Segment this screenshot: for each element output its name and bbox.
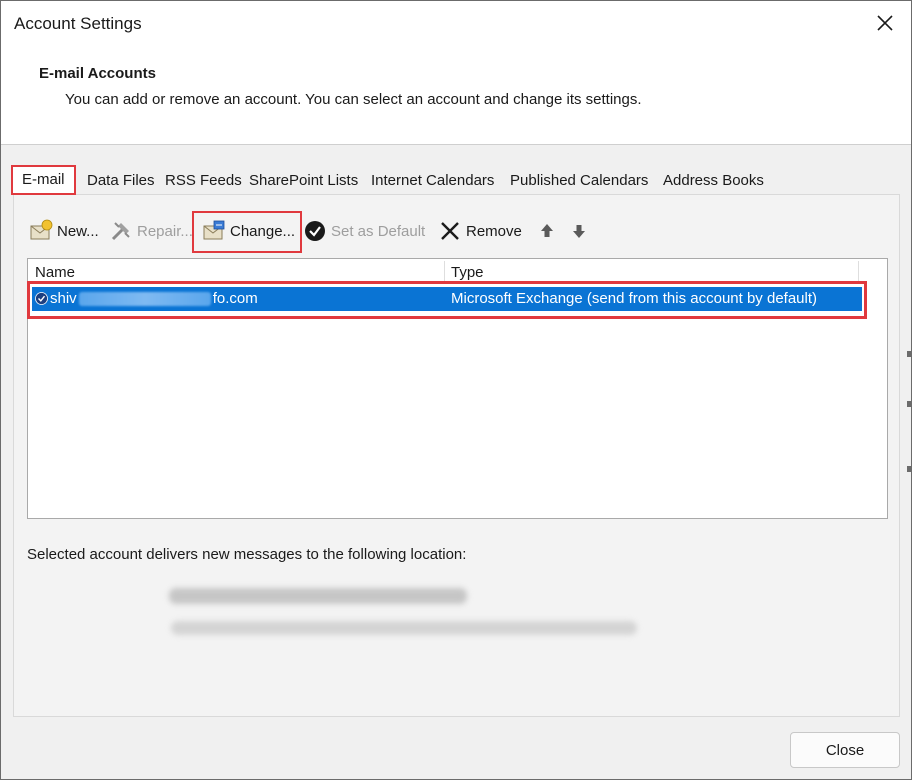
section-description: You can add or remove an account. You ca… — [65, 91, 642, 108]
close-window-button[interactable] — [867, 7, 903, 43]
move-up-button[interactable] — [535, 217, 563, 245]
redacted-delivery-file — [171, 621, 637, 635]
remove-label: Remove — [466, 222, 522, 240]
redacted-delivery-path — [169, 588, 467, 604]
account-settings-dialog: Account Settings E-mail Accounts You can… — [0, 0, 912, 780]
new-account-button[interactable]: New... — [29, 217, 99, 245]
move-up-icon — [535, 219, 559, 243]
edge-mark — [907, 401, 911, 407]
selected-row-highlight — [27, 281, 867, 319]
change-icon — [202, 219, 226, 243]
new-account-icon — [29, 219, 53, 243]
move-down-icon — [567, 219, 591, 243]
edge-mark — [907, 351, 911, 357]
tab-internet-calendars[interactable]: Internet Calendars — [371, 167, 494, 195]
change-label: Change... — [230, 222, 296, 240]
dialog-footer — [1, 717, 911, 779]
repair-icon — [109, 219, 133, 243]
column-separator — [858, 261, 859, 283]
delivery-location-label: Selected account delivers new messages t… — [27, 546, 467, 563]
close-button[interactable]: Close — [790, 732, 900, 768]
window-title: Account Settings — [14, 14, 142, 33]
tab-published-calendars[interactable]: Published Calendars — [510, 167, 648, 195]
remove-icon — [438, 219, 462, 243]
title-bar: Account Settings — [1, 1, 911, 49]
tab-rss-feeds[interactable]: RSS Feeds — [165, 167, 242, 195]
new-account-label: New... — [57, 222, 99, 240]
remove-button[interactable]: Remove — [438, 217, 522, 245]
tab-address-books[interactable]: Address Books — [663, 167, 764, 195]
move-down-button[interactable] — [567, 217, 595, 245]
set-as-default-button[interactable]: Set as Default — [303, 217, 425, 245]
section-title: E-mail Accounts — [39, 65, 156, 82]
edge-mark — [907, 466, 911, 472]
tab-sharepoint-lists[interactable]: SharePoint Lists — [249, 167, 358, 195]
header-panel: E-mail Accounts You can add or remove an… — [1, 49, 911, 145]
set-default-icon — [303, 219, 327, 243]
change-button[interactable]: Change... — [202, 217, 295, 245]
tab-email[interactable]: E-mail — [11, 165, 76, 195]
tab-data-files[interactable]: Data Files — [87, 167, 155, 195]
set-as-default-label: Set as Default — [331, 222, 426, 240]
repair-label: Repair... — [137, 222, 193, 240]
repair-button[interactable]: Repair... — [109, 217, 193, 245]
close-icon — [876, 14, 894, 37]
